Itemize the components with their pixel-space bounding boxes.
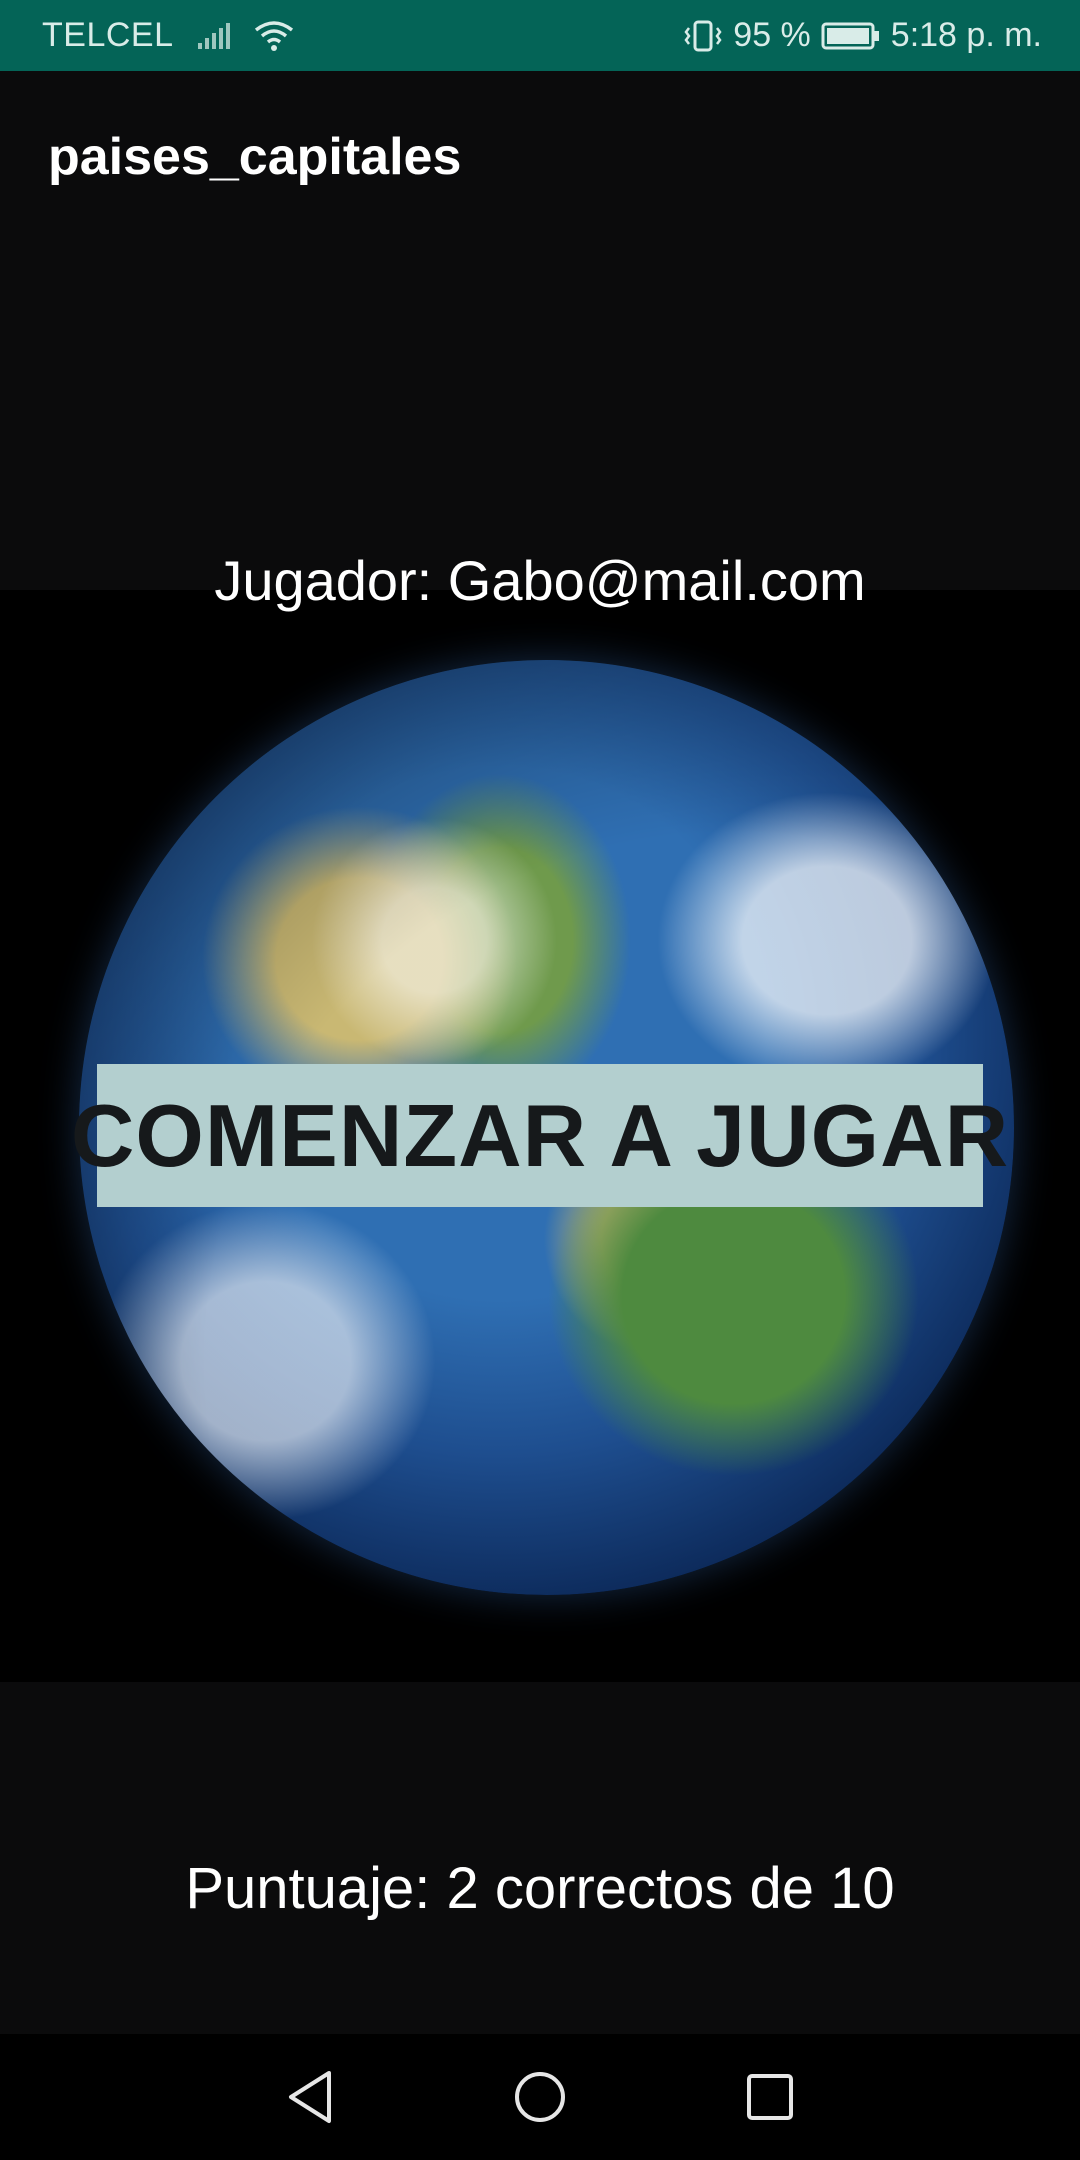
app-screen: TELCEL 95 % 5:18 p. m. paises_capitales …	[0, 0, 1080, 2160]
wifi-icon	[254, 20, 294, 52]
score-label: Puntuaje: 2 correctos de 10	[185, 1856, 895, 1921]
status-right: 95 % 5:18 p. m.	[683, 0, 1042, 71]
signal-icon	[196, 21, 232, 51]
app-bar: paises_capitales	[0, 71, 1080, 246]
navigation-bar	[0, 2034, 1080, 2160]
recents-icon[interactable]	[735, 2062, 805, 2132]
status-left: TELCEL	[42, 0, 294, 71]
back-icon[interactable]	[275, 2062, 345, 2132]
home-icon[interactable]	[505, 2062, 575, 2132]
vibrate-icon	[683, 19, 723, 53]
app-title: paises_capitales	[48, 128, 462, 186]
battery-icon	[821, 21, 881, 51]
status-bar: TELCEL 95 % 5:18 p. m.	[0, 0, 1080, 71]
battery-percent: 95 %	[733, 16, 811, 54]
carrier-name: TELCEL	[42, 16, 174, 54]
player-label: Jugador: Gabo@mail.com	[214, 549, 866, 612]
clock-time: 5:18 p. m.	[890, 16, 1042, 54]
start-game-button[interactable]: COMENZAR A JUGAR	[71, 1064, 1008, 1207]
